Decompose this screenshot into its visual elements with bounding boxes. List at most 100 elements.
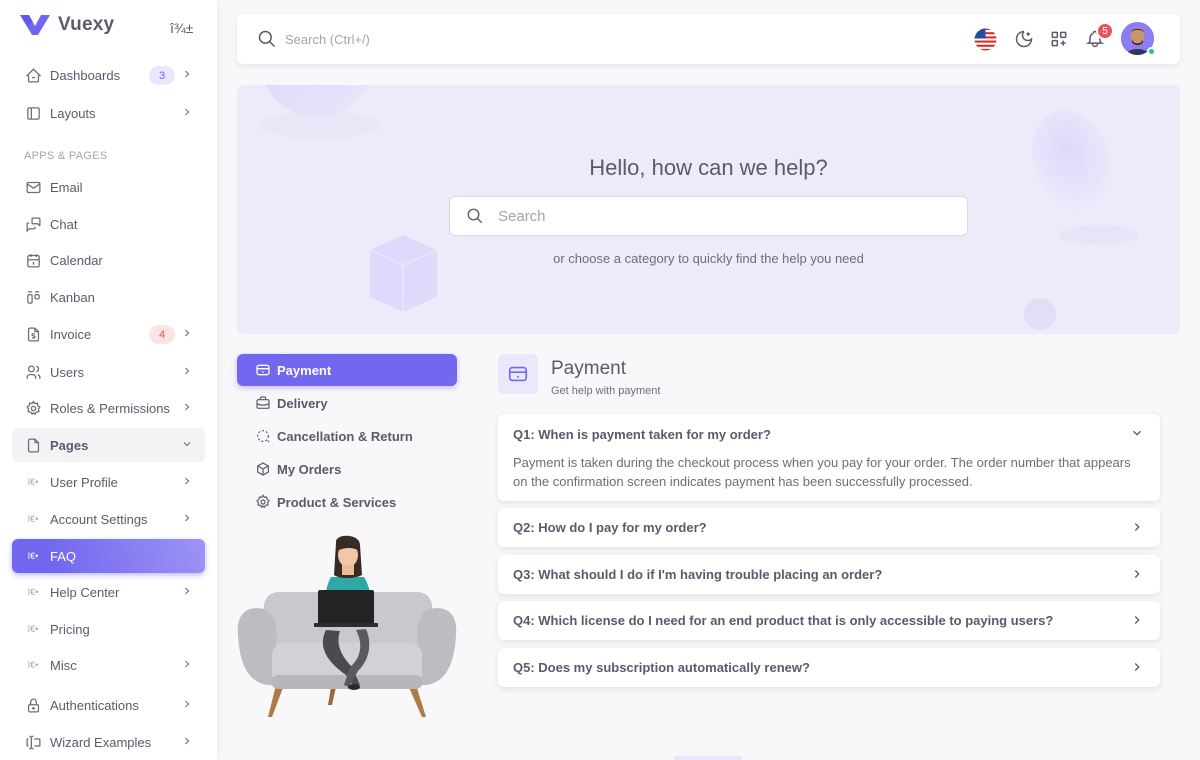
sidebar-item-authentications[interactable]: Authentications xyxy=(12,688,205,722)
sidebar-item-label: Layouts xyxy=(50,105,96,121)
hero-title: Hello, how can we help? xyxy=(589,155,828,180)
faq-item-q3[interactable]: Q3: What should I do if I'm having troub… xyxy=(498,555,1160,594)
brand[interactable]: Vuexy xyxy=(20,14,114,36)
layout-sidebar-icon xyxy=(24,104,42,122)
payment-category-icon xyxy=(498,354,538,394)
faq-question[interactable]: Q2: How do I pay for my order? xyxy=(513,520,707,535)
chevron-right-icon[interactable] xyxy=(1130,613,1144,627)
help-search-input[interactable] xyxy=(498,206,948,226)
faq-question[interactable]: Q1: When is payment taken for my order? xyxy=(513,427,771,442)
lock-icon xyxy=(24,696,42,714)
dashboards-badge: 3 xyxy=(149,66,175,85)
faq-question[interactable]: Q5: Does my subscription automatically r… xyxy=(513,660,810,675)
circle-bullet-icon: î€• xyxy=(27,624,39,634)
chevron-down-icon xyxy=(183,442,191,447)
circle-bullet-icon: î€• xyxy=(27,514,39,524)
sidebar-toggle-icon[interactable]: î¾± xyxy=(170,20,193,36)
sidebar-item-calendar[interactable]: Calendar xyxy=(12,243,205,277)
mail-icon xyxy=(24,178,42,196)
chevron-down-icon[interactable] xyxy=(1130,426,1144,440)
sidebar-item-label: Kanban xyxy=(50,289,95,305)
settings-icon xyxy=(255,494,271,510)
scroll-indicator xyxy=(674,756,742,760)
sidebar-item-label: Authentications xyxy=(50,697,139,713)
search-icon xyxy=(467,208,483,224)
sidebar-item-help-center[interactable]: î€• Help Center xyxy=(12,575,205,609)
section-header-apps-pages: APPS & PAGES xyxy=(24,150,108,162)
sidebar-item-email[interactable]: Email xyxy=(12,170,205,204)
tab-label: Cancellation & Return xyxy=(277,428,413,444)
sidebar-item-label: Users xyxy=(50,364,84,380)
faq-item-q4[interactable]: Q4: Which license do I need for an end p… xyxy=(498,601,1160,640)
grid-plus-icon[interactable] xyxy=(1047,27,1071,51)
sidebar-item-label: Email xyxy=(50,179,83,195)
sidebar-item-pricing[interactable]: î€• Pricing xyxy=(12,612,205,646)
sitting-girl-with-laptop-illustration xyxy=(237,535,457,717)
sidebar-item-pages[interactable]: Pages xyxy=(12,428,205,462)
faq-question[interactable]: Q3: What should I do if I'm having troub… xyxy=(513,567,882,582)
notification-count-badge: 5 xyxy=(1096,22,1114,40)
sidebar-item-roles-permissions[interactable]: Roles & Permissions xyxy=(12,391,205,425)
tab-label: Product & Services xyxy=(277,494,397,510)
top-navbar: 5 xyxy=(237,14,1180,64)
sidebar-item-faq[interactable]: î€• FAQ xyxy=(12,539,205,573)
sidebar-item-user-profile[interactable]: î€• User Profile xyxy=(12,465,205,499)
circle-bullet-icon: î€• xyxy=(27,477,39,487)
calendar-icon xyxy=(24,251,42,269)
global-search-input[interactable] xyxy=(285,29,585,49)
tab-payment[interactable]: Payment xyxy=(237,354,457,386)
help-search-box[interactable] xyxy=(449,196,968,236)
tab-label: My Orders xyxy=(277,461,342,477)
sidebar-item-invoice[interactable]: Invoice 4 xyxy=(12,317,205,351)
chevron-right-icon xyxy=(185,660,190,668)
circle-bullet-icon: î€• xyxy=(27,660,39,670)
help-hero-banner: Hello, how can we help? or choose a cate… xyxy=(237,85,1180,334)
sidebar-item-label: Dashboards xyxy=(50,67,121,83)
cube-icon xyxy=(255,461,271,477)
faq-item-q1[interactable]: Q1: When is payment taken for my order? … xyxy=(498,414,1160,501)
circle-bullet-icon: î€• xyxy=(27,551,39,561)
tab-delivery[interactable]: Delivery xyxy=(237,387,457,419)
search-icon[interactable] xyxy=(257,29,277,49)
sidebar-item-label: Wizard Examples xyxy=(50,734,152,750)
sidebar-item-wizard-examples[interactable]: Wizard Examples xyxy=(12,725,205,759)
tab-cancellation-return[interactable]: Cancellation & Return xyxy=(237,420,457,452)
vuexy-logo-icon xyxy=(20,15,50,35)
sidebar-item-label: Account Settings xyxy=(50,511,148,527)
sidebar-item-account-settings[interactable]: î€• Account Settings xyxy=(12,502,205,536)
invoice-badge: 4 xyxy=(149,325,175,344)
sidebar: Vuexy î¾± Dashboards 3 Layouts APPS & PA… xyxy=(0,0,217,760)
sidebar-item-label: Roles & Permissions xyxy=(50,400,170,416)
users-icon xyxy=(24,363,42,381)
sidebar-item-label: FAQ xyxy=(50,548,77,564)
briefcase-icon xyxy=(255,395,271,411)
tab-my-orders[interactable]: My Orders xyxy=(237,453,457,485)
moon-icon[interactable] xyxy=(1012,27,1036,51)
faq-category-title: Payment xyxy=(551,358,626,379)
tab-product-services[interactable]: Product & Services xyxy=(237,486,457,518)
settings-icon xyxy=(24,399,42,417)
faq-category-subtitle: Get help with payment xyxy=(551,385,661,397)
forms-icon xyxy=(24,733,42,751)
sidebar-item-users[interactable]: Users xyxy=(12,355,205,389)
chevron-right-icon xyxy=(185,700,190,708)
chevron-right-icon xyxy=(185,587,190,595)
faq-question[interactable]: Q4: Which license do I need for an end p… xyxy=(513,613,1053,628)
rotate-dashed-icon xyxy=(255,428,271,444)
sidebar-item-chat[interactable]: Chat xyxy=(12,207,205,241)
sidebar-item-label: Help Center xyxy=(50,584,120,600)
sidebar-item-layouts[interactable]: Layouts xyxy=(12,96,205,130)
sidebar-item-misc[interactable]: î€• Misc xyxy=(12,648,205,682)
sidebar-item-kanban[interactable]: Kanban xyxy=(12,280,205,314)
tab-label: Delivery xyxy=(277,395,328,411)
chevron-right-icon[interactable] xyxy=(1130,660,1144,674)
sidebar-item-label: User Profile xyxy=(50,474,118,490)
us-flag-icon[interactable] xyxy=(973,27,997,51)
chevron-right-icon[interactable] xyxy=(1130,520,1144,534)
sidebar-item-dashboards[interactable]: Dashboards 3 xyxy=(12,58,205,92)
faq-answer: Payment is taken during the checkout pro… xyxy=(513,455,1131,489)
faq-item-q5[interactable]: Q5: Does my subscription automatically r… xyxy=(498,648,1160,687)
faq-item-q2[interactable]: Q2: How do I pay for my order? xyxy=(498,508,1160,547)
chevron-right-icon[interactable] xyxy=(1130,567,1144,581)
file-dollar-icon xyxy=(24,325,42,343)
